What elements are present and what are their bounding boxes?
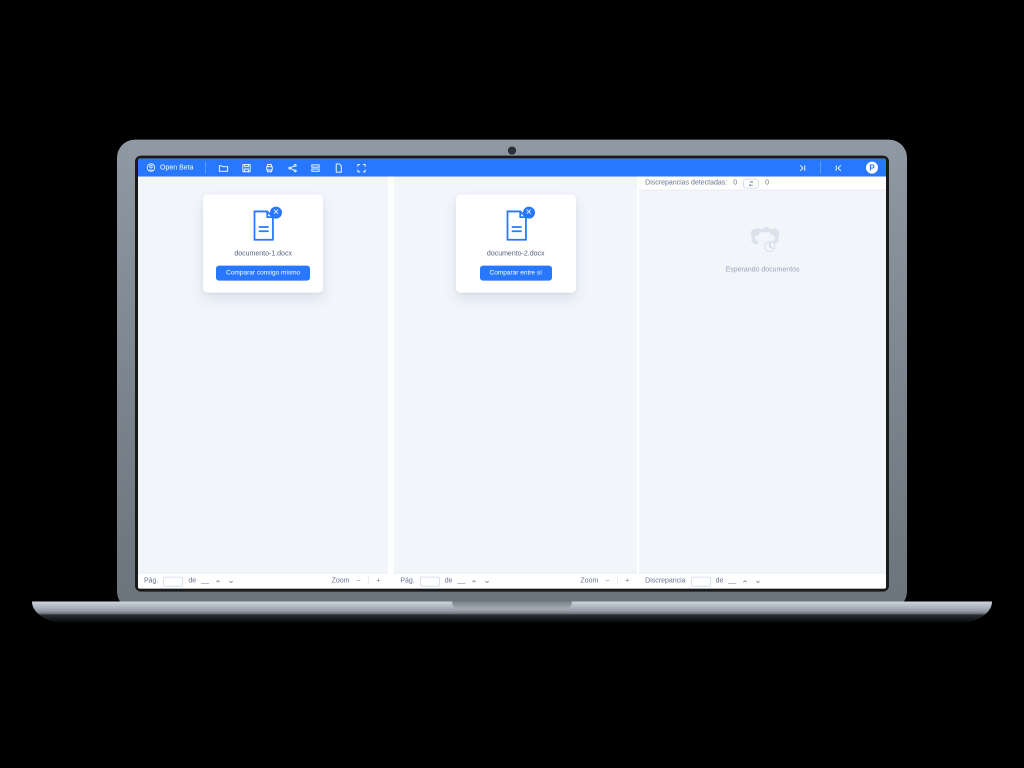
page-label: Pág. <box>400 578 414 585</box>
doc-name-label: documento-1.docx <box>234 251 292 258</box>
panel-mid-body: ✕ documento-2.docx Comparar entre sí <box>394 177 637 573</box>
panel-left-body: ✕ documento-1.docx Comparar consigo mism… <box>138 177 388 573</box>
folder-open-icon[interactable] <box>218 162 229 173</box>
page-input[interactable] <box>163 576 183 586</box>
doc-card-mid: ✕ documento-2.docx Comparar entre sí <box>456 195 576 293</box>
panel-left-footer: Pág. de __ Zoom − | + <box>138 573 388 589</box>
zoom-out-button[interactable]: − <box>603 578 611 585</box>
document-icon: ✕ <box>501 209 531 243</box>
zoom-label: Zoom <box>580 578 598 585</box>
waiting-text: Esperando documentos <box>726 267 800 274</box>
zoom-in-button[interactable]: + <box>374 578 382 585</box>
top-toolbar: Open Beta <box>138 159 886 177</box>
of-label: de <box>188 578 196 585</box>
layout-icon[interactable] <box>310 162 321 173</box>
go-start-icon[interactable] <box>833 162 844 173</box>
zoom-label: Zoom <box>332 578 350 585</box>
page-total: __ <box>458 578 466 585</box>
discrepancies-count: 0 <box>733 180 737 187</box>
page-total: __ <box>201 578 209 585</box>
chevron-down-icon[interactable] <box>754 577 762 585</box>
workspace: ✕ documento-1.docx Comparar consigo mism… <box>138 177 886 589</box>
toolbar-separator <box>820 162 821 174</box>
compare-self-button[interactable]: Comparar consigo mismo <box>216 266 310 281</box>
toolbar-separator <box>205 162 206 174</box>
of-label: de <box>445 578 453 585</box>
discrepancy-total: __ <box>728 578 736 585</box>
panel-mid: ✕ documento-2.docx Comparar entre sí Pág… <box>392 177 639 589</box>
print-icon[interactable] <box>264 162 275 173</box>
swap-count: 0 <box>765 180 769 187</box>
app-screen: Open Beta <box>138 159 886 589</box>
chevron-up-icon[interactable] <box>741 577 749 585</box>
save-icon[interactable] <box>241 162 252 173</box>
panel-right: Discrepancias detectadas: 0 0 <box>639 177 886 589</box>
app-name-label: Open Beta <box>160 164 193 171</box>
document-icon: ✕ <box>248 209 278 243</box>
panel-right-footer: Discrepancia de __ <box>639 573 886 589</box>
swap-icon[interactable] <box>743 178 759 188</box>
doc-name-label: documento-2.docx <box>487 251 545 258</box>
discrepancy-input[interactable] <box>691 576 711 586</box>
fullscreen-icon[interactable] <box>356 162 367 173</box>
of-label: de <box>716 578 724 585</box>
doc-card-left: ✕ documento-1.docx Comparar consigo mism… <box>203 195 323 293</box>
chevron-up-icon[interactable] <box>214 577 222 585</box>
page-input[interactable] <box>420 576 440 586</box>
share-icon[interactable] <box>287 162 298 173</box>
compare-between-button[interactable]: Comparar entre sí <box>480 266 552 281</box>
close-icon[interactable]: ✕ <box>523 207 535 219</box>
close-icon[interactable]: ✕ <box>270 207 282 219</box>
chevron-up-icon[interactable] <box>470 577 478 585</box>
discrepancy-header: Discrepancias detectadas: 0 0 <box>639 177 886 191</box>
discrepancies-label: Discrepancias detectadas: <box>645 180 727 187</box>
blank-doc-icon[interactable] <box>333 162 344 173</box>
panel-left: ✕ documento-1.docx Comparar consigo mism… <box>138 177 392 589</box>
go-end-icon[interactable] <box>797 162 808 173</box>
page-label: Pág. <box>144 578 158 585</box>
app-logo[interactable]: Open Beta <box>146 163 193 173</box>
discrepancy-label: Discrepancia <box>645 578 685 585</box>
chevron-down-icon[interactable] <box>483 577 491 585</box>
brain-clock-icon <box>745 221 781 257</box>
zoom-out-button[interactable]: − <box>354 578 362 585</box>
waiting-placeholder: Esperando documentos <box>639 191 886 573</box>
panel-mid-footer: Pág. de __ Zoom − | + <box>394 573 637 589</box>
chevron-down-icon[interactable] <box>227 577 235 585</box>
account-badge[interactable]: P <box>866 162 878 174</box>
zoom-in-button[interactable]: + <box>623 578 631 585</box>
